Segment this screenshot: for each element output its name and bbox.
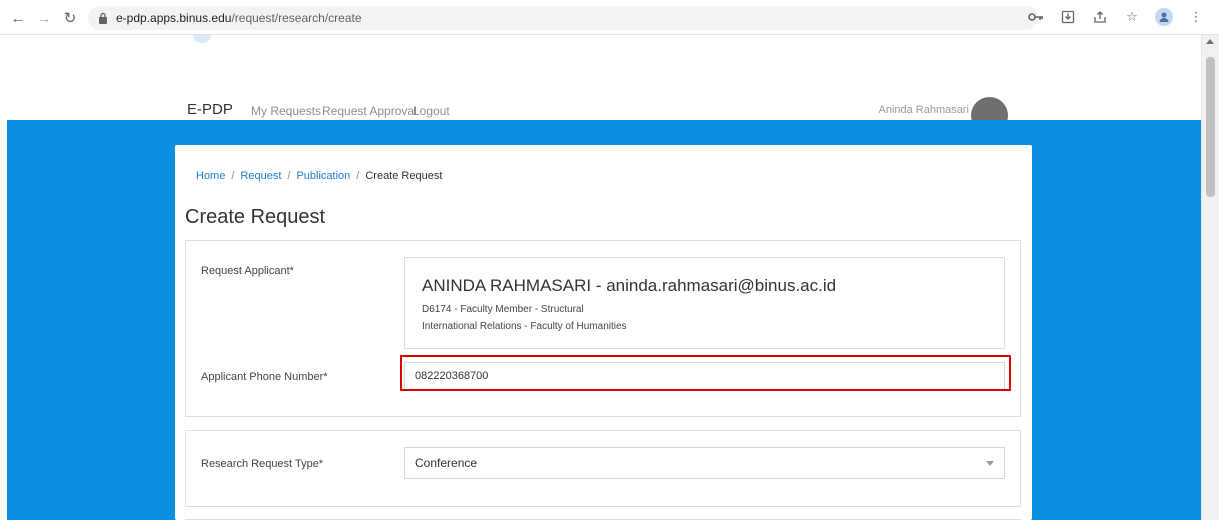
profile-icon[interactable] (1155, 8, 1173, 26)
research-type-label: Research Request Type* (201, 458, 324, 470)
research-type-section: Research Request Type* Conference (185, 430, 1021, 507)
logo-fragment (193, 35, 211, 43)
create-request-card: Home / Request / Publication / Create Re… (175, 145, 1032, 520)
reload-icon[interactable]: ↻ (60, 8, 80, 28)
menu-icon[interactable]: ⋮ (1187, 8, 1205, 26)
research-type-select[interactable]: Conference (404, 447, 1005, 479)
breadcrumb-separator: / (231, 170, 235, 182)
star-icon[interactable]: ☆ (1123, 8, 1141, 26)
page-scrollbar[interactable] (1201, 35, 1219, 520)
breadcrumb-separator: / (356, 170, 360, 182)
scroll-thumb[interactable] (1206, 57, 1215, 197)
address-bar[interactable]: e-pdp.apps.binus.edu/request/research/cr… (88, 6, 1038, 30)
back-icon[interactable]: ← (8, 8, 28, 28)
user-name[interactable]: Aninda Rahmasari (879, 103, 970, 117)
breadcrumb-home[interactable]: Home (196, 169, 225, 183)
breadcrumb-publication[interactable]: Publication (296, 169, 350, 183)
chevron-down-icon (986, 461, 994, 466)
key-icon[interactable] (1027, 8, 1045, 26)
page-title: Create Request (185, 206, 326, 228)
applicant-name: ANINDA RAHMASARI - aninda.rahmasari@binu… (422, 276, 837, 295)
url-path: /request/research/create (231, 11, 362, 25)
research-type-value: Conference (415, 456, 478, 470)
nav-my-requests[interactable]: My Requests (251, 103, 321, 119)
site-header: E-PDP My Requests Request Approval Logou… (0, 35, 1201, 134)
brand-link[interactable]: E-PDP (187, 101, 233, 119)
breadcrumb: Home / Request / Publication / Create Re… (196, 169, 442, 183)
forward-icon[interactable]: → (34, 8, 54, 28)
applicant-label: Request Applicant* (201, 265, 294, 277)
breadcrumb-request[interactable]: Request (240, 169, 281, 183)
applicant-section: Request Applicant* ANINDA RAHMASARI - an… (185, 240, 1021, 417)
browser-toolbar: ← → ↻ e-pdp.apps.binus.edu/request/resea… (0, 0, 1219, 35)
share-icon[interactable] (1091, 8, 1109, 26)
scroll-up-arrow-icon[interactable] (1206, 39, 1214, 44)
breadcrumb-separator: / (287, 170, 291, 182)
applicant-position: D6174 - Faculty Member - Structural (422, 304, 584, 315)
phone-number-input[interactable]: 082220368700 (404, 362, 1005, 390)
lock-icon (98, 12, 110, 24)
install-icon[interactable] (1059, 8, 1077, 26)
breadcrumb-current: Create Request (365, 170, 443, 182)
phone-label: Applicant Phone Number* (201, 371, 328, 383)
applicant-info-box: ANINDA RAHMASARI - aninda.rahmasari@binu… (404, 257, 1005, 349)
nav-logout[interactable]: Logout (413, 103, 450, 119)
url-host: e-pdp.apps.binus.edu (116, 11, 232, 25)
applicant-department: International Relations - Faculty of Hum… (422, 321, 627, 332)
nav-request-approval[interactable]: Request Approval (322, 103, 417, 119)
